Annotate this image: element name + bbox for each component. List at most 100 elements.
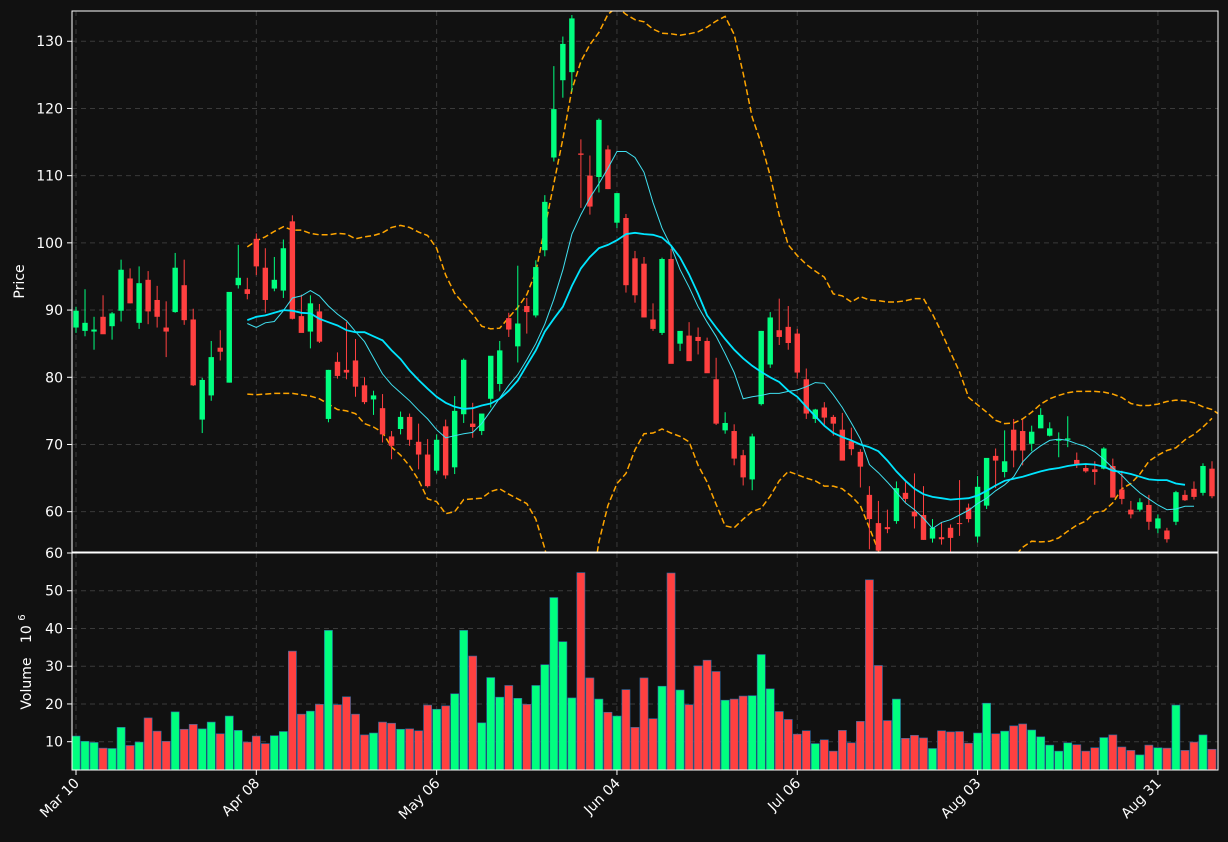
volume-bar [946,731,955,770]
volume-bar [369,732,378,770]
volume-bar [423,704,432,770]
stock-chart: 60708090100110120130 Price 102030405060 … [0,0,1228,842]
volume-bar [1117,746,1127,770]
candle-body [614,193,620,223]
volume-axis-label-text: Volume [19,658,35,710]
volume-bar [1198,734,1208,770]
candle-body [406,416,413,440]
candle-body [1028,431,1035,444]
volume-bar [865,579,874,770]
candle [641,256,647,318]
volume-bar [558,641,568,770]
candle-body [1200,465,1206,493]
volume-bar [179,728,189,770]
candle-body [181,285,187,321]
volume-bar [883,720,892,770]
candle-body [1119,489,1125,499]
volume-bar [450,693,460,770]
candle-body [208,357,214,396]
candle-body [758,330,764,405]
candle-body [839,429,846,461]
volume-bar [1000,730,1009,770]
volume-tick-label: 20 [45,697,63,713]
candle-body [560,43,566,81]
volume-bar [1054,750,1064,770]
candle-body [776,330,782,337]
candle-body [695,336,701,341]
volume-bar [306,710,315,770]
volume-bar [98,747,108,770]
candle-body [857,451,864,467]
volume-bar [1144,744,1154,770]
volume-bar [982,702,991,770]
volume-bar [901,737,910,770]
volume-bar [1045,744,1055,770]
candle-body [298,316,305,333]
volume-bar [594,698,604,770]
volume-bar [549,597,559,770]
candle-body [1092,469,1098,473]
volume-bar [892,698,901,770]
candle-body [650,319,656,329]
candle-body [767,317,773,365]
volume-bar [810,743,820,770]
candle-body [578,153,584,155]
candle-body [551,109,557,158]
candle-body [659,258,665,333]
volume-bar [801,730,811,770]
volume-bar [910,734,919,770]
candle-body [307,303,314,332]
volume-bar [603,711,613,770]
candle-body [1155,518,1161,529]
candle-body [217,347,223,352]
volume-bar [937,730,946,770]
candle-body [830,416,837,424]
volume-bar [964,742,973,770]
candle-body [190,319,196,386]
candle-body [316,311,323,342]
candle-body [1164,530,1170,540]
volume-bar [224,715,234,770]
candle [704,337,710,374]
volume-bar [576,572,586,770]
volume-bar [738,695,748,770]
volume-bar [1171,704,1181,770]
volume-bar [828,750,838,770]
volume-bar [342,696,351,770]
candle-body [262,267,269,300]
volume-bar [729,698,739,770]
candle-body [866,494,873,520]
candle-body [145,279,151,312]
candle [280,239,287,298]
volume-tick-label: 50 [45,584,63,600]
volume-bar [702,659,712,770]
volume-bar [919,737,928,770]
candle-body [938,537,945,540]
volume-bar [657,685,667,770]
volume-bar [513,697,523,770]
volume-bar [324,630,333,770]
candle-body [82,322,88,331]
volume-bar [1009,725,1019,770]
volume-bar [792,733,802,770]
volume-bar [747,695,757,770]
candle-body [109,313,115,327]
volume-bar [837,730,847,770]
price-tick-label: 100 [36,236,63,252]
candle [542,195,548,257]
candle-body [388,436,395,446]
volume-bar [333,704,342,770]
candle-body [424,454,431,487]
volume-bar [152,730,162,770]
candle-body [370,395,377,400]
candle [433,434,440,474]
candle-body [533,267,539,316]
volume-bar [1036,736,1046,770]
volume-bar [387,722,396,770]
candle [442,419,449,479]
volume-bar [567,697,577,770]
volume-bar [206,721,216,770]
price-tick-label: 80 [45,370,63,386]
candle-body [469,423,476,427]
price-tick-label: 130 [36,34,63,50]
